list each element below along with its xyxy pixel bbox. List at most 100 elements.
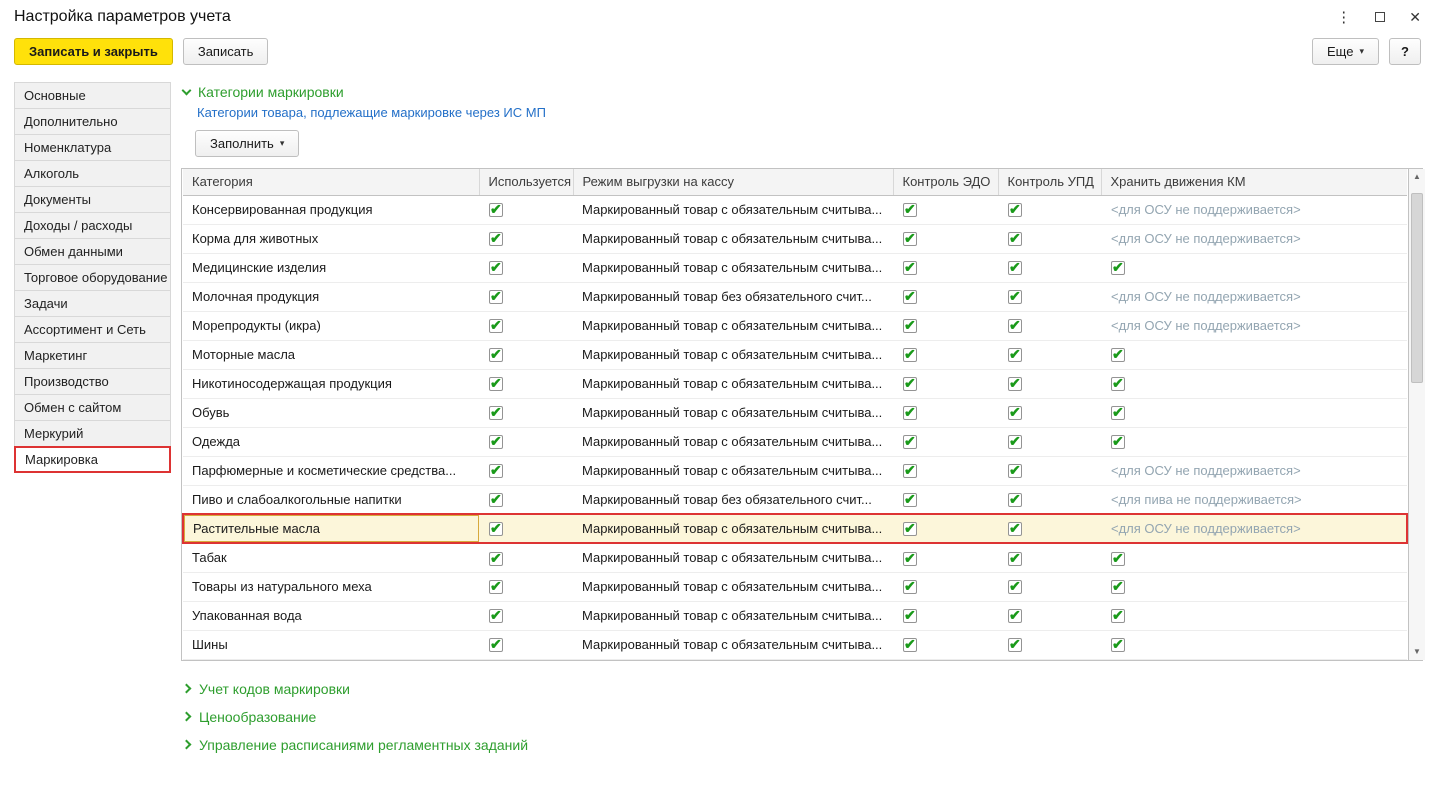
- category-cell[interactable]: Шины: [183, 630, 479, 659]
- edo-cell[interactable]: [893, 398, 998, 427]
- edo-checkbox[interactable]: [903, 580, 917, 594]
- upd-cell[interactable]: [998, 485, 1101, 514]
- edo-checkbox[interactable]: [903, 261, 917, 275]
- used-checkbox[interactable]: [489, 290, 503, 304]
- km-checkbox[interactable]: [1111, 552, 1125, 566]
- mode-cell[interactable]: Маркированный товар с обязательным считы…: [573, 572, 893, 601]
- edo-cell[interactable]: [893, 630, 998, 659]
- mode-cell[interactable]: Маркированный товар с обязательным считы…: [573, 630, 893, 659]
- upd-checkbox[interactable]: [1008, 406, 1022, 420]
- table-row[interactable]: Пиво и слабоалкогольные напиткиМаркирова…: [183, 485, 1407, 514]
- used-checkbox[interactable]: [489, 580, 503, 594]
- mode-cell[interactable]: Маркированный товар с обязательным считы…: [573, 195, 893, 224]
- mode-cell[interactable]: Маркированный товар с обязательным считы…: [573, 427, 893, 456]
- used-checkbox[interactable]: [489, 406, 503, 420]
- edo-checkbox[interactable]: [903, 435, 917, 449]
- mode-cell[interactable]: Маркированный товар с обязательным считы…: [573, 369, 893, 398]
- edo-checkbox[interactable]: [903, 348, 917, 362]
- save-and-close-button[interactable]: Записать и закрыть: [14, 38, 173, 65]
- fill-button[interactable]: Заполнить▾: [195, 130, 299, 157]
- upd-checkbox[interactable]: [1008, 290, 1022, 304]
- table-row[interactable]: Медицинские изделияМаркированный товар с…: [183, 253, 1407, 282]
- edo-checkbox[interactable]: [903, 203, 917, 217]
- edo-cell[interactable]: [893, 311, 998, 340]
- sidebar-item[interactable]: Основные: [14, 82, 171, 109]
- km-cell[interactable]: [1101, 630, 1407, 659]
- used-cell[interactable]: [479, 601, 573, 630]
- section-header-collapsed[interactable]: Ценообразование: [183, 703, 1421, 731]
- edo-cell[interactable]: [893, 282, 998, 311]
- used-checkbox[interactable]: [489, 522, 503, 536]
- km-checkbox[interactable]: [1111, 580, 1125, 594]
- km-checkbox[interactable]: [1111, 377, 1125, 391]
- edo-checkbox[interactable]: [903, 377, 917, 391]
- sidebar-item[interactable]: Документы: [14, 186, 171, 213]
- mode-cell[interactable]: Маркированный товар с обязательным считы…: [573, 253, 893, 282]
- sidebar-item[interactable]: Задачи: [14, 290, 171, 317]
- used-checkbox[interactable]: [489, 552, 503, 566]
- table-row[interactable]: Никотиносодержащая продукцияМаркированны…: [183, 369, 1407, 398]
- edo-cell[interactable]: [893, 456, 998, 485]
- km-cell[interactable]: [1101, 572, 1407, 601]
- used-cell[interactable]: [479, 572, 573, 601]
- mode-cell[interactable]: Маркированный товар с обязательным считы…: [573, 340, 893, 369]
- more-button[interactable]: Еще▾: [1312, 38, 1379, 65]
- category-cell[interactable]: Морепродукты (икра): [183, 311, 479, 340]
- upd-cell[interactable]: [998, 572, 1101, 601]
- table-row[interactable]: Консервированная продукцияМаркированный …: [183, 195, 1407, 224]
- upd-cell[interactable]: [998, 456, 1101, 485]
- table-row[interactable]: ОдеждаМаркированный товар с обязательным…: [183, 427, 1407, 456]
- used-cell[interactable]: [479, 282, 573, 311]
- upd-cell[interactable]: [998, 369, 1101, 398]
- used-cell[interactable]: [479, 369, 573, 398]
- km-cell[interactable]: [1101, 340, 1407, 369]
- km-cell[interactable]: [1101, 543, 1407, 572]
- upd-checkbox[interactable]: [1008, 232, 1022, 246]
- km-checkbox[interactable]: [1111, 638, 1125, 652]
- edo-cell[interactable]: [893, 427, 998, 456]
- upd-checkbox[interactable]: [1008, 464, 1022, 478]
- km-checkbox[interactable]: [1111, 435, 1125, 449]
- upd-checkbox[interactable]: [1008, 493, 1022, 507]
- category-cell[interactable]: Корма для животных: [183, 224, 479, 253]
- km-checkbox[interactable]: [1111, 348, 1125, 362]
- category-cell[interactable]: Молочная продукция: [183, 282, 479, 311]
- upd-checkbox[interactable]: [1008, 638, 1022, 652]
- upd-cell[interactable]: [998, 514, 1101, 543]
- column-header[interactable]: Режим выгрузки на кассу: [573, 169, 893, 195]
- edo-cell[interactable]: [893, 543, 998, 572]
- upd-checkbox[interactable]: [1008, 522, 1022, 536]
- used-cell[interactable]: [479, 398, 573, 427]
- section-header-collapsed[interactable]: Управление расписаниями регламентных зад…: [183, 731, 1421, 759]
- upd-checkbox[interactable]: [1008, 203, 1022, 217]
- column-header[interactable]: Хранить движения КМ: [1101, 169, 1407, 195]
- used-checkbox[interactable]: [489, 493, 503, 507]
- column-header[interactable]: Используется: [479, 169, 573, 195]
- upd-checkbox[interactable]: [1008, 348, 1022, 362]
- help-button[interactable]: ?: [1389, 38, 1421, 65]
- used-checkbox[interactable]: [489, 319, 503, 333]
- mode-cell[interactable]: Маркированный товар с обязательным считы…: [573, 543, 893, 572]
- mode-cell[interactable]: Маркированный товар с обязательным считы…: [573, 456, 893, 485]
- used-checkbox[interactable]: [489, 261, 503, 275]
- used-checkbox[interactable]: [489, 464, 503, 478]
- category-cell[interactable]: Растительные масла: [183, 514, 479, 543]
- edo-cell[interactable]: [893, 485, 998, 514]
- upd-cell[interactable]: [998, 224, 1101, 253]
- edo-checkbox[interactable]: [903, 522, 917, 536]
- upd-checkbox[interactable]: [1008, 435, 1022, 449]
- upd-cell[interactable]: [998, 195, 1101, 224]
- upd-cell[interactable]: [998, 630, 1101, 659]
- category-cell[interactable]: Товары из натурального меха: [183, 572, 479, 601]
- edo-checkbox[interactable]: [903, 232, 917, 246]
- table-row[interactable]: Корма для животныхМаркированный товар с …: [183, 224, 1407, 253]
- edo-cell[interactable]: [893, 572, 998, 601]
- upd-checkbox[interactable]: [1008, 580, 1022, 594]
- used-checkbox[interactable]: [489, 638, 503, 652]
- used-cell[interactable]: [479, 485, 573, 514]
- sidebar-item[interactable]: Обмен с сайтом: [14, 394, 171, 421]
- km-cell[interactable]: [1101, 369, 1407, 398]
- close-icon[interactable]: ✕: [1409, 10, 1421, 24]
- edo-checkbox[interactable]: [903, 493, 917, 507]
- category-cell[interactable]: Пиво и слабоалкогольные напитки: [183, 485, 479, 514]
